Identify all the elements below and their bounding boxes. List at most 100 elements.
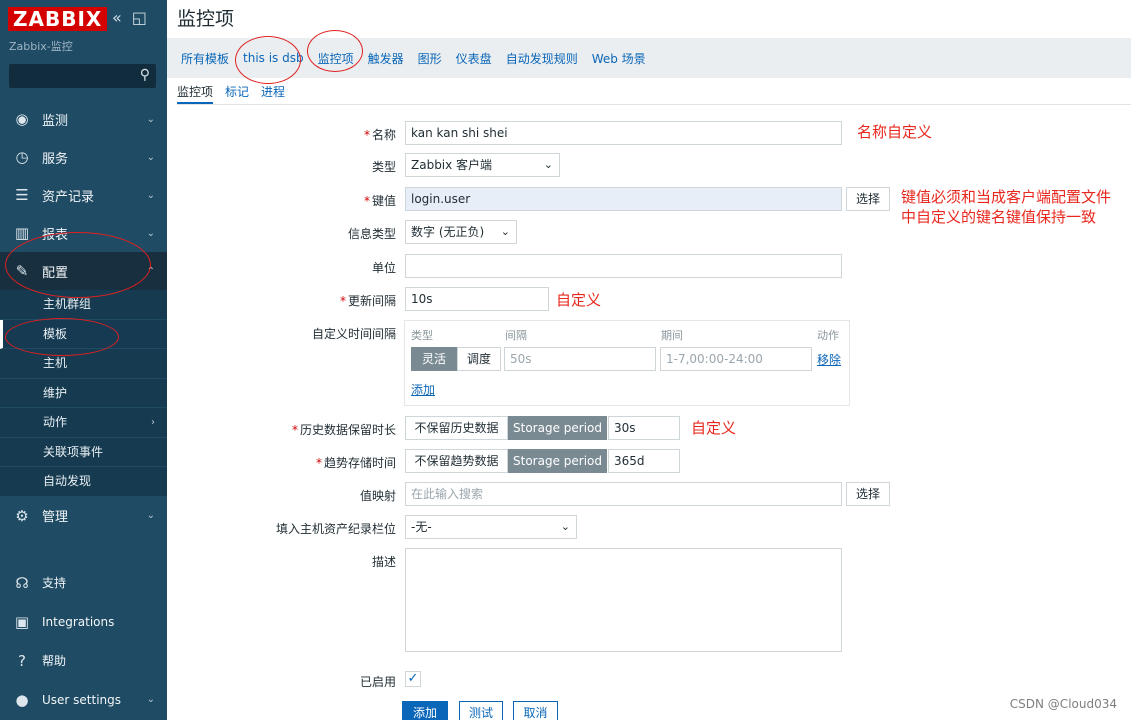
ci-remove-link[interactable]: 移除	[817, 351, 841, 368]
trends-no-keep-toggle[interactable]: 不保留趋势数据	[405, 449, 508, 473]
enabled-label: 已启用	[359, 675, 396, 689]
breadcrumb-graphs[interactable]: 图形	[418, 50, 442, 67]
nav-label: 帮助	[42, 654, 67, 668]
chevron-down-icon: ⌄	[146, 510, 155, 521]
chevron-right-icon: ›	[151, 417, 155, 428]
nav-label: 支持	[42, 576, 67, 590]
nav-user-settings[interactable]: ● User settings ⌄	[0, 680, 167, 719]
wrench-icon: ✎	[15, 262, 29, 280]
submenu-hosts[interactable]: 主机	[0, 349, 167, 379]
history-storage-period-toggle[interactable]: Storage period	[508, 416, 607, 440]
type-label: 类型	[371, 160, 396, 174]
valuemap-placeholder: 在此输入搜索	[411, 487, 484, 501]
name-input[interactable]: kan kan shi shei	[405, 121, 842, 145]
submenu-discovery[interactable]: 自动发现	[0, 467, 167, 497]
ci-period-placeholder: 1-7,00:00-24:00	[666, 352, 763, 366]
zabbix-z-icon: ▣	[14, 612, 30, 631]
ci-interval-input[interactable]: 50s	[504, 347, 656, 371]
tab-item[interactable]: 监控项	[177, 80, 214, 104]
nav-label: 服务	[42, 151, 69, 167]
nav-support[interactable]: ☊ 支持	[0, 563, 167, 602]
breadcrumb-triggers[interactable]: 触发器	[368, 50, 404, 67]
sidebar-controls: « ◱	[112, 8, 147, 27]
breadcrumb-all-templates[interactable]: 所有模板	[181, 50, 229, 67]
nav-integrations[interactable]: ▣ Integrations	[0, 602, 167, 641]
nav-services[interactable]: ◷ 服务 ⌄	[0, 138, 167, 176]
zabbix-logo[interactable]: ZABBIX	[8, 7, 108, 31]
breadcrumb-template[interactable]: this is dsb	[243, 51, 304, 65]
ci-header-period: 期间	[661, 329, 683, 342]
config-submenu: 主机群组 模板 主机 维护 动作 › 关联项事件 自动发现	[0, 290, 167, 497]
submenu-templates[interactable]: 模板	[0, 319, 167, 349]
cancel-button[interactable]: 取消	[513, 701, 558, 720]
breadcrumb-items[interactable]: 监控项	[318, 50, 354, 67]
sidebar: ZABBIX « ◱ Zabbix-监控 ⚲ ◉ 监测 ⌄ ◷ 服务 ⌄ ☰ 资…	[0, 0, 167, 720]
instance-name: Zabbix-监控	[9, 40, 73, 53]
custom-intervals-table: 类型 间隔 期间 动作 灵活 调度 50s 1-7,00:00-24:00 移除…	[404, 320, 850, 406]
key-input[interactable]: login.user	[405, 187, 842, 211]
info-type-value: 数字 (无正负)	[411, 225, 485, 239]
kiosk-icon[interactable]: ◱	[132, 8, 147, 27]
units-input[interactable]	[405, 254, 842, 278]
ci-flexible-toggle[interactable]: 灵活	[411, 347, 457, 371]
page-title: 监控项	[177, 8, 235, 30]
breadcrumb-dashboards[interactable]: 仪表盘	[456, 50, 492, 67]
tab-tags[interactable]: 标记	[225, 80, 249, 104]
description-label: 描述	[371, 555, 396, 569]
valuemap-input[interactable]: 在此输入搜索	[405, 482, 842, 506]
custom-interval-label: 自定义时间间隔	[311, 327, 396, 341]
trends-input[interactable]: 365d	[608, 449, 680, 473]
nav-configuration[interactable]: ✎ 配置 ⌃	[0, 252, 167, 290]
annotation-key-line1: 键值必须和当成客户端配置文件	[901, 188, 1112, 206]
bottom-nav: ☊ 支持 ▣ Integrations ? 帮助 ● User settings…	[0, 563, 167, 719]
chevron-up-icon: ⌃	[146, 265, 155, 277]
nav-help[interactable]: ? 帮助	[0, 641, 167, 680]
submenu-host-groups[interactable]: 主机群组	[0, 290, 167, 320]
breadcrumb-discovery-rules[interactable]: 自动发现规则	[506, 50, 578, 67]
sidebar-search-input[interactable]: ⚲	[9, 64, 156, 88]
ci-scheduling-toggle[interactable]: 调度	[457, 347, 501, 371]
info-type-select[interactable]: 数字 (无正负) ⌄	[405, 220, 517, 244]
ci-add-link[interactable]: 添加	[411, 381, 435, 398]
tab-divider	[177, 104, 1131, 105]
ci-period-input[interactable]: 1-7,00:00-24:00	[660, 347, 812, 371]
main-nav: ◉ 监测 ⌄ ◷ 服务 ⌄ ☰ 资产记录 ⌄ ▥ 报表 ⌄ ✎ 配置 ⌃ 主机群…	[0, 100, 167, 535]
submenu-actions[interactable]: 动作 ›	[0, 408, 167, 438]
interval-input[interactable]: 10s	[405, 287, 549, 311]
history-input[interactable]: 30s	[608, 416, 680, 440]
inventory-select[interactable]: -无- ⌄	[405, 515, 577, 539]
description-textarea[interactable]	[405, 548, 842, 652]
nav-inventory[interactable]: ☰ 资产记录 ⌄	[0, 176, 167, 214]
list-icon: ☰	[15, 186, 29, 204]
trends-label: * 趋势存储时间	[315, 456, 396, 470]
enabled-checkbox[interactable]: ✓	[405, 671, 421, 687]
tab-preprocessing[interactable]: 进程	[261, 80, 285, 104]
annotation-history: 自定义	[691, 419, 737, 437]
nav-monitoring[interactable]: ◉ 监测 ⌄	[0, 100, 167, 138]
search-icon[interactable]: ⚲	[140, 67, 150, 83]
ci-header-interval: 间隔	[505, 329, 527, 342]
key-select-button[interactable]: 选择	[846, 187, 890, 211]
submenu-maintenance[interactable]: 维护	[0, 379, 167, 408]
breadcrumb-web-scenarios[interactable]: Web 场景	[592, 50, 646, 67]
valuemap-select-button[interactable]: 选择	[846, 482, 890, 506]
form-tabs: 监控项 标记 进程	[177, 80, 285, 104]
units-label: 单位	[371, 261, 396, 275]
nav-label: 配置	[42, 265, 69, 281]
headset-icon: ☊	[15, 573, 29, 592]
nav-administration[interactable]: ⚙ 管理 ⌄	[0, 497, 167, 535]
add-button[interactable]: 添加	[402, 701, 448, 720]
trends-storage-period-toggle[interactable]: Storage period	[508, 449, 607, 473]
nav-label: 资产记录	[42, 189, 95, 205]
interval-label: * 更新间隔	[339, 294, 396, 308]
chevron-down-icon: ⌄	[146, 694, 155, 705]
annotation-interval: 自定义	[556, 291, 602, 309]
collapse-icon[interactable]: «	[112, 8, 122, 27]
nav-reports[interactable]: ▥ 报表 ⌄	[0, 214, 167, 252]
bar-chart-icon: ▥	[14, 224, 30, 242]
chevron-down-icon: ⌄	[560, 520, 570, 533]
submenu-event-correlation[interactable]: 关联项事件	[0, 438, 167, 467]
type-select[interactable]: Zabbix 客户端 ⌄	[405, 153, 560, 177]
history-no-keep-toggle[interactable]: 不保留历史数据	[405, 416, 508, 440]
test-button[interactable]: 测试	[459, 701, 503, 720]
